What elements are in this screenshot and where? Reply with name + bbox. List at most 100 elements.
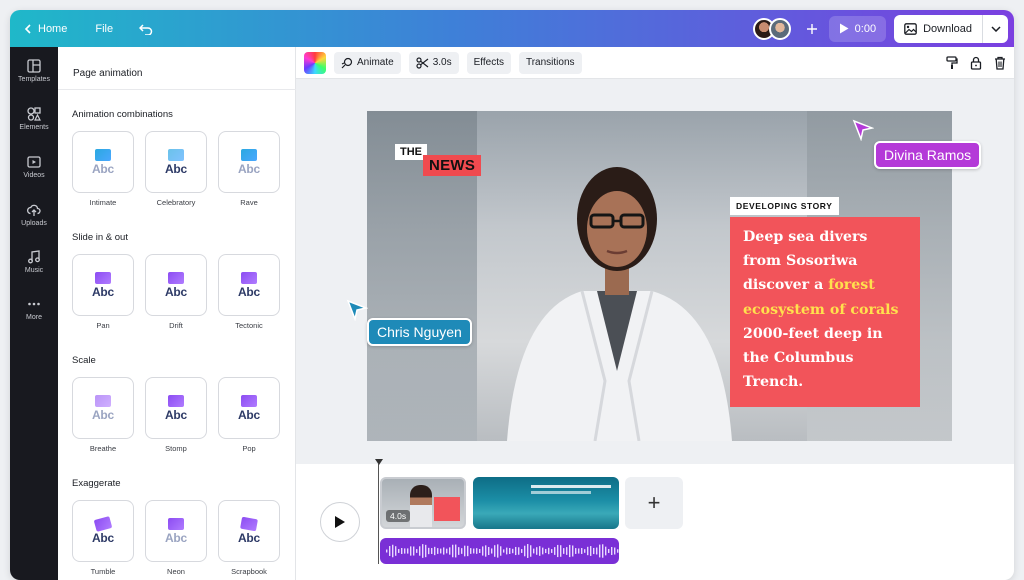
side-nav-rail: Templates Elements Videos Uploads Music …	[10, 47, 58, 580]
timeline-clip[interactable]: 4.0s	[380, 477, 466, 529]
tile-preview-text: Abc	[91, 530, 115, 545]
waveform-bar	[395, 546, 397, 556]
waveform-bar	[554, 547, 556, 555]
waveform-bar	[416, 549, 418, 553]
rail-item-music[interactable]: Music	[10, 250, 58, 274]
image-icon	[241, 148, 257, 161]
playhead[interactable]	[378, 464, 379, 564]
waveform-bar	[476, 548, 478, 554]
tile-preview-text: Abc	[237, 530, 261, 545]
section-title: Exaggerate	[72, 478, 121, 489]
animation-tile-stomp[interactable]: Abc	[145, 377, 207, 439]
waveform-bar	[470, 548, 472, 554]
rail-item-templates[interactable]: Templates	[10, 59, 58, 83]
clip-thumbnail	[434, 497, 460, 521]
rail-item-elements[interactable]: Elements	[10, 107, 58, 131]
waveform-bar	[413, 546, 415, 556]
waveform-bar	[518, 547, 520, 555]
paint-format-button[interactable]	[946, 55, 958, 70]
rail-item-uploads[interactable]: Uploads	[10, 203, 58, 227]
home-button[interactable]: Home	[24, 23, 67, 35]
waveform-bar	[536, 547, 538, 555]
animation-tile-drift[interactable]: Abc	[145, 254, 207, 316]
waveform-bar	[590, 546, 592, 556]
rail-item-more[interactable]: More	[10, 297, 58, 321]
trim-duration-button[interactable]: 3.0s	[408, 51, 459, 74]
add-collaborator-button[interactable]	[803, 20, 821, 38]
animation-tile-tectonic[interactable]: Abc	[218, 254, 280, 316]
waveform-bar	[491, 548, 493, 554]
animation-tile-intimate[interactable]: Abc	[72, 131, 134, 193]
audio-track[interactable]	[380, 538, 619, 564]
lock-button[interactable]	[970, 56, 982, 70]
animation-tile-pop[interactable]: Abc	[218, 377, 280, 439]
animation-tile-scrapbook[interactable]: Abc	[218, 500, 280, 562]
avatar[interactable]	[768, 17, 791, 40]
waveform-bar	[458, 547, 460, 555]
developing-story-tag: DEVELOPING STORY	[730, 197, 839, 215]
undo-button[interactable]	[139, 23, 153, 35]
divider	[58, 89, 296, 90]
waveform-bar	[398, 549, 400, 553]
waveform-bar	[602, 544, 604, 558]
color-picker-button[interactable]	[304, 51, 326, 74]
waveform-bar	[593, 547, 595, 555]
scissors-icon	[416, 56, 429, 69]
download-control: Download	[894, 14, 1008, 43]
section-title: Animation combinations	[72, 109, 173, 120]
preview-play-button[interactable]: 0:00	[828, 15, 887, 42]
delete-button[interactable]	[994, 56, 1006, 70]
waveform-bar	[533, 548, 535, 554]
chevron-down-icon	[990, 25, 1001, 32]
image-icon	[95, 271, 111, 284]
undo-icon	[139, 23, 153, 35]
transitions-button[interactable]: Transitions	[518, 51, 582, 74]
story-headline[interactable]: Deep sea divers from Sosoriwa discover a…	[730, 217, 920, 407]
image-icon	[240, 516, 258, 531]
waveform-bar	[467, 545, 469, 557]
collaborator-avatars[interactable]	[752, 17, 791, 40]
cursor-arrow-icon	[852, 119, 874, 141]
collaborator-cursor-label: Divina Ramos	[874, 141, 982, 169]
tile-label: Celebratory	[156, 198, 196, 207]
download-label: Download	[923, 22, 972, 35]
animation-tile-neon[interactable]: Abc	[145, 500, 207, 562]
waveform-bar	[596, 547, 598, 555]
waveform-bar	[527, 544, 529, 558]
waveform-bar	[512, 548, 514, 554]
animation-tile-pan[interactable]: Abc	[72, 254, 134, 316]
timeline-play-button[interactable]	[320, 502, 360, 542]
waveform-bar	[608, 549, 610, 553]
tile-label: Breathe	[89, 444, 117, 453]
tile-preview-text: Abc	[237, 161, 261, 176]
waveform-bar	[464, 545, 466, 557]
rail-item-label: More	[26, 314, 42, 321]
waveform-bar	[386, 549, 388, 553]
file-menu[interactable]: File	[95, 23, 113, 35]
clip-thumbnail	[531, 491, 591, 494]
collaborator-cursor-label: Chris Nguyen	[367, 318, 472, 346]
waveform-bar	[521, 549, 523, 553]
more-dots-icon	[28, 302, 40, 306]
waveform-bar	[422, 544, 424, 558]
animation-tile-tumble[interactable]: Abc	[72, 500, 134, 562]
shapes-icon	[27, 107, 41, 121]
download-options-button[interactable]	[982, 14, 1008, 43]
waveform-bar	[407, 548, 409, 554]
animate-button[interactable]: Animate	[334, 51, 401, 74]
waveform-bar	[449, 547, 451, 555]
add-page-button[interactable]: +	[625, 477, 683, 529]
animation-tile-breathe[interactable]: Abc	[72, 377, 134, 439]
animation-tile-celebratory[interactable]: Abc	[145, 131, 207, 193]
waveform-bar	[503, 549, 505, 553]
tile-label: Rave	[240, 198, 258, 207]
animation-tile-rave[interactable]: Abc	[218, 131, 280, 193]
effects-button[interactable]: Effects	[466, 51, 511, 74]
download-button[interactable]: Download	[894, 15, 982, 43]
timeline-clip[interactable]	[473, 477, 619, 529]
playhead-handle[interactable]	[375, 459, 383, 465]
rail-item-videos[interactable]: Videos	[10, 155, 58, 179]
design-canvas[interactable]: THE NEWS DEVELOPING STORY Deep sea diver…	[367, 111, 952, 441]
tile-label: Drift	[169, 321, 183, 330]
section-title: Slide in & out	[72, 232, 128, 243]
